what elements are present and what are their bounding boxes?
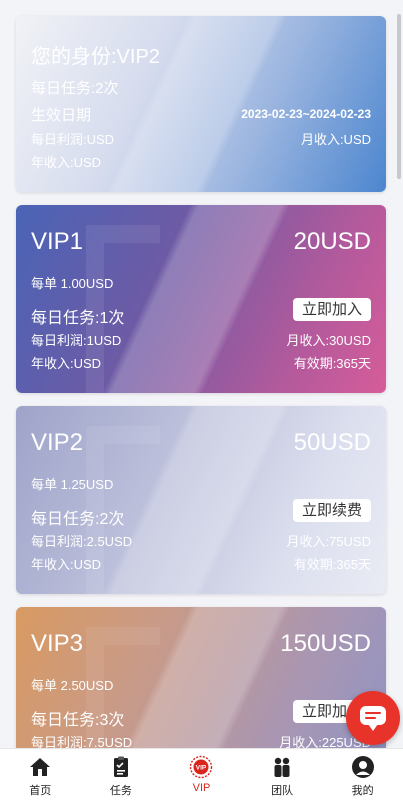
join-button[interactable]: 立即加入 [292,298,371,321]
nav-item-team[interactable]: 团队 [242,749,323,800]
vip-tier-card-3: VIP3 150USD 每单 2.50USD 每日任务:3次 立即加入 每日利润… [16,607,386,748]
vip-tier-card-1: VIP1 20USD 每单 1.00USD 每日任务:1次 立即加入 每日利润:… [16,205,386,393]
daily-tasks-text: 每日任务:1次 [31,310,125,327]
daily-profit-text: 每日利润:1USD [31,333,122,348]
tier-price: 150USD [280,630,371,657]
vip-badge-icon: VIP [190,755,213,779]
monthly-income-text: 月收入:30USD [286,333,371,348]
tier-name: VIP3 [31,630,84,657]
annual-income-text: 年收入:USD [31,557,102,572]
per-order-text: 每单 1.25USD [31,477,114,492]
nav-item-vip[interactable]: VIP VIP [161,749,242,800]
nav-label-team: 团队 [271,785,294,797]
identity-text: 您的身份:VIP2 [31,46,160,68]
validity-text: 有效期:365天 [293,356,371,371]
bottom-nav: 首页 任务 VIP VIP 团队 我的 [0,748,403,800]
tier-name: VIP1 [31,228,84,255]
chat-bubble-icon [360,706,386,731]
daily-profit-text: 每日利润:7.5USD [31,735,133,748]
home-icon [30,758,51,776]
tier-name: VIP2 [31,429,84,456]
tier-price: 20USD [293,228,371,255]
nav-label-tasks: 任务 [109,785,132,797]
nav-label-profile: 我的 [351,785,374,797]
nav-item-profile[interactable]: 我的 [322,749,403,800]
nav-label-home: 首页 [29,785,52,797]
tier-price: 50USD [293,429,371,456]
per-order-text: 每单 1.00USD [31,276,114,291]
per-order-text: 每单 2.50USD [31,678,114,693]
daily-profit-text: 每日利润:USD [31,132,115,147]
team-icon [274,757,290,777]
effective-date-range: 2023-02-23~2024-02-23 [241,107,371,121]
svg-text:VIP: VIP [196,764,207,771]
daily-profit-text: 每日利润:2.5USD [31,534,133,549]
nav-item-tasks[interactable]: 任务 [81,749,162,800]
annual-income-text: 年收入:USD [31,155,102,170]
annual-income-text: 年收入:USD [31,356,102,371]
monthly-income-text: 月收入:75USD [286,534,371,549]
daily-tasks-text: 每日任务:3次 [31,712,125,729]
scrollbar[interactable] [397,14,401,179]
profile-avatar-icon [351,756,374,778]
membership-status-card: 您的身份:VIP2 每日任务:2次 生效日期 2023-02-23~2024-0… [16,16,386,192]
vip-list[interactable]: 您的身份:VIP2 每日任务:2次 生效日期 2023-02-23~2024-0… [0,0,403,748]
monthly-income-text: 月收入:USD [300,132,371,147]
vip-tier-card-2: VIP2 50USD 每单 1.25USD 每日任务:2次 立即续费 每日利润:… [16,406,386,594]
renew-button[interactable]: 立即续费 [292,499,371,522]
nav-item-home[interactable]: 首页 [0,749,81,800]
chat-button[interactable] [346,691,400,745]
effective-date-label: 生效日期 [31,107,92,124]
daily-tasks-text: 每日任务:2次 [31,511,125,528]
nav-label-vip: VIP [192,782,211,794]
daily-tasks-text: 每日任务:2次 [31,80,119,97]
task-clipboard-icon [113,756,128,777]
validity-text: 有效期:365天 [293,557,371,572]
